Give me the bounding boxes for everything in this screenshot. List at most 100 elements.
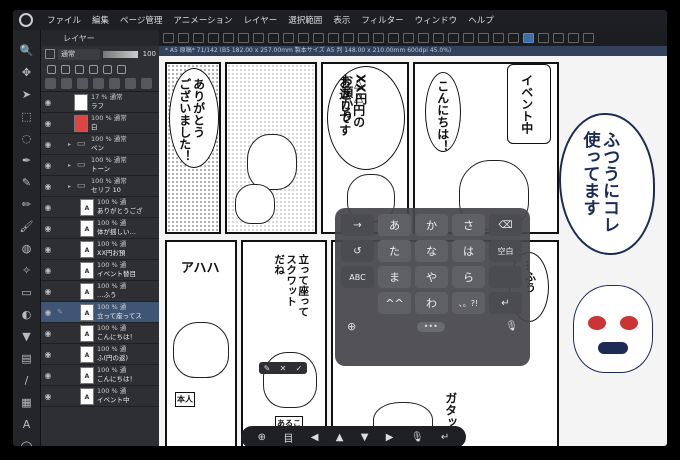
frame-icon[interactable] — [493, 33, 504, 43]
pen-tool-icon[interactable]: ✎ — [20, 176, 34, 190]
frame-tool-icon[interactable]: ▦ — [20, 396, 34, 410]
layer-row[interactable]: ◉ A 100 % 通 XX円お預 — [41, 239, 159, 260]
canvas-menu-icon[interactable] — [583, 33, 594, 43]
cursor-mode-icon[interactable]: ⊕ — [258, 432, 266, 443]
eyedropper-tool-icon[interactable]: ✒ — [20, 154, 34, 168]
key-space[interactable]: 空白 — [489, 240, 522, 262]
eye-icon[interactable]: ◉ — [41, 224, 55, 233]
manga-text-squat[interactable]: 立って座って スクワット だね — [273, 254, 309, 317]
close-icon[interactable]: ✕ — [280, 364, 287, 373]
transfer-down-icon[interactable] — [93, 78, 104, 89]
key-ta[interactable]: た — [378, 240, 411, 262]
layer-row[interactable]: ◉ 100 % 通常白 — [41, 113, 159, 134]
key-next[interactable]: → — [341, 214, 374, 236]
keyboard-handle[interactable]: ••• — [416, 321, 445, 332]
text-mode-icon[interactable] — [523, 33, 534, 43]
menu-layer[interactable]: レイヤー — [244, 14, 278, 26]
draft-icon[interactable] — [75, 64, 84, 74]
lock-icon[interactable] — [89, 64, 98, 74]
layer-row[interactable]: ◉ A 100 % 通こんにちは！ — [41, 323, 159, 344]
microphone-icon[interactable]: 🎙 — [505, 321, 518, 332]
eye-icon[interactable]: ◉ — [41, 203, 55, 212]
expand-icon[interactable]: ▸ — [65, 162, 74, 169]
snap-grid-icon[interactable] — [433, 33, 444, 43]
rotate-icon[interactable] — [343, 33, 354, 43]
menu-help[interactable]: ヘルプ — [468, 14, 494, 26]
delete-layer-icon[interactable] — [141, 78, 152, 89]
layer-row[interactable]: ◉ A 100 % 通イベント替目 — [41, 260, 159, 281]
key-sa[interactable]: さ — [452, 214, 485, 236]
eye-icon[interactable]: ◉ — [41, 329, 55, 338]
eye-icon[interactable]: ◉ — [41, 98, 55, 107]
symmetry-icon[interactable] — [463, 33, 474, 43]
layer-row[interactable]: ◉ ▸ ▭ 100 % 通常 トーン — [41, 155, 159, 176]
key-ma[interactable]: ま — [378, 266, 411, 288]
lock-alpha-icon[interactable] — [103, 64, 112, 74]
key-kaomoji[interactable]: ^^ — [378, 292, 411, 314]
opacity-slider[interactable] — [103, 50, 138, 58]
layer-row[interactable]: ◉ A 100 % 通体が揺しい… — [41, 218, 159, 239]
fill-icon[interactable] — [283, 33, 294, 43]
merge-down-icon[interactable] — [109, 78, 120, 89]
lasso-tool-icon[interactable]: ◌ — [20, 132, 34, 146]
app-logo-icon[interactable] — [19, 13, 33, 27]
layer-row[interactable]: ◉ ▸ ▭ 100 % 通常 ペン — [41, 134, 159, 155]
key-a[interactable]: あ — [378, 214, 411, 236]
command-icon[interactable] — [163, 33, 174, 43]
eye-icon[interactable]: ◉ — [41, 140, 55, 149]
opacity-value[interactable]: 100 — [143, 50, 156, 58]
eye-icon[interactable]: ◉ — [41, 119, 55, 128]
eye-icon[interactable]: ◉ — [41, 245, 55, 254]
figure-tool-icon[interactable]: / — [20, 374, 34, 388]
reference-layer-icon[interactable] — [313, 33, 324, 43]
key-ra[interactable]: ら — [452, 266, 485, 288]
undo-icon[interactable] — [223, 33, 234, 43]
select-tool-icon[interactable]: ⬚ — [20, 110, 34, 124]
new-raster-layer-icon[interactable] — [45, 78, 56, 89]
globe-icon[interactable]: ⊕ — [347, 320, 356, 333]
eye-icon[interactable]: ◉ — [41, 308, 55, 317]
save-icon[interactable] — [208, 33, 219, 43]
expand-icon[interactable]: ▸ — [65, 183, 74, 190]
panel-toggle-icon[interactable] — [568, 33, 579, 43]
edit-pen-icon[interactable]: ✎ — [264, 364, 271, 373]
airbrush-tool-icon[interactable]: ◍ — [20, 242, 34, 256]
menu-window[interactable]: ウィンドウ — [415, 14, 458, 26]
key-punctuation[interactable]: 、。?! — [452, 292, 485, 314]
layer-row[interactable]: ◉ 17 % 通常 ラフ — [41, 92, 159, 113]
reference-icon[interactable] — [61, 64, 70, 74]
key-enter[interactable]: ↵ — [489, 292, 522, 314]
key-blank[interactable] — [489, 266, 522, 288]
pencil-tool-icon[interactable]: ✏ — [20, 198, 34, 212]
eye-icon[interactable]: ◉ — [41, 350, 55, 359]
snap-ruler-icon[interactable] — [418, 33, 429, 43]
eraser-tool-icon[interactable]: ▭ — [20, 286, 34, 300]
fill-tool-icon[interactable]: ▼ — [20, 330, 34, 344]
eye-icon[interactable]: ◉ — [41, 161, 55, 170]
flip-icon[interactable] — [328, 33, 339, 43]
eye-icon[interactable]: ◉ — [41, 182, 55, 191]
menu-view[interactable]: 表示 — [333, 14, 350, 26]
key-undo[interactable]: ↺ — [341, 240, 374, 262]
menu-file[interactable]: ファイル — [47, 14, 81, 26]
text-tool-icon[interactable]: A — [20, 418, 34, 432]
eye-icon[interactable]: ◉ — [41, 371, 55, 380]
confirm-icon[interactable]: ✓ — [296, 364, 303, 373]
layer-row[interactable]: ◉ ▸ ▭ 100 % 通常 セリフ 10 — [41, 176, 159, 197]
align-icon[interactable] — [553, 33, 564, 43]
gradient-tool-icon[interactable]: ▤ — [20, 352, 34, 366]
menu-edit[interactable]: 編集 — [92, 14, 109, 26]
layer-row[interactable]: ◉ A 100 % 通ありがとうござ — [41, 197, 159, 218]
move-tool-icon[interactable]: ✥ — [20, 66, 34, 80]
key-delete[interactable]: ⌫ — [489, 214, 522, 236]
deselect-icon[interactable] — [253, 33, 264, 43]
snap-special-icon[interactable] — [448, 33, 459, 43]
key-ya[interactable]: や — [415, 266, 448, 288]
layer-row[interactable]: ◉ A 100 % 通 …ふう — [41, 281, 159, 302]
blend-mode-select[interactable]: 通常 — [58, 48, 100, 60]
brush-tool-icon[interactable]: 🖌 — [20, 220, 34, 234]
key-abc[interactable]: ABC — [341, 266, 374, 288]
clear-icon[interactable] — [268, 33, 279, 43]
layer-row[interactable]: ◉ ✎ A 100 % 通立って座ってス — [41, 302, 159, 323]
key-ka[interactable]: か — [415, 214, 448, 236]
